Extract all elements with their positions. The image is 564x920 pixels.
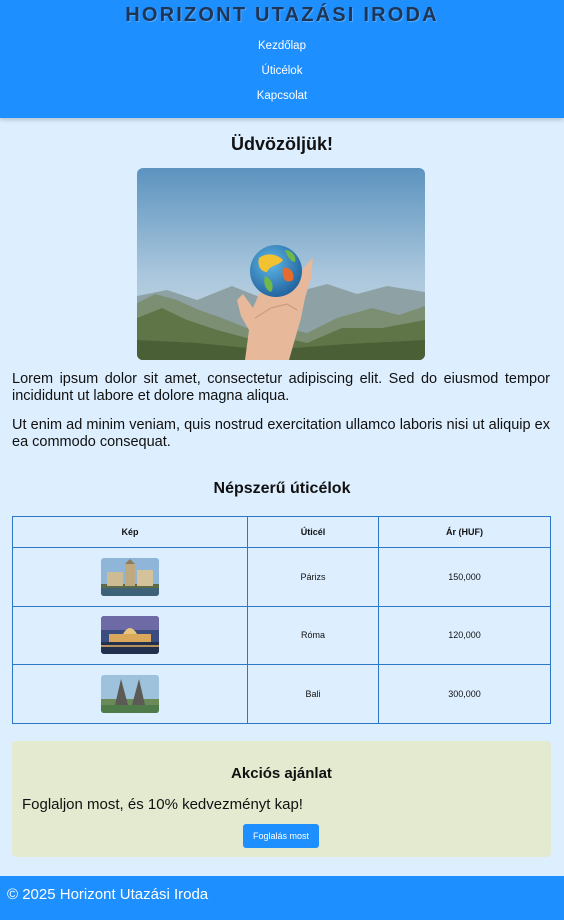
nav-link-destinations[interactable]: Úticélok [0, 65, 564, 77]
column-header-destination: Úticél [247, 516, 379, 548]
intro-paragraph: Ut enim ad minim veniam, quis nostrud ex… [12, 417, 550, 450]
table-cell-price: 300,000 [378, 664, 551, 724]
offer-title: Akciós ajánlat [231, 765, 332, 782]
rome-thumbnail [101, 616, 159, 655]
destinations-heading: Népszerű úticélok [213, 480, 351, 497]
nav-link-home[interactable]: Kezdőlap [0, 40, 564, 52]
site-footer: © 2025 Horizont Utazási Iroda [0, 876, 564, 920]
paris-thumbnail [101, 557, 159, 596]
table-cell-image [12, 547, 248, 607]
offer-text: Foglaljon most, és 10% kedvezményt kap! [22, 796, 303, 813]
table-cell-image [12, 605, 248, 665]
hero-image [137, 168, 425, 360]
table-cell-image [12, 664, 248, 724]
table-row: Párizs 150,000 [12, 547, 551, 607]
footer-copyright: © 2025 Horizont Utazási Iroda [7, 886, 209, 903]
bali-thumbnail [101, 674, 159, 713]
welcome-heading: Üdvözöljük! [231, 134, 333, 154]
table-row: Bali 300,000 [12, 664, 551, 724]
table-cell-destination: Bali [247, 664, 379, 724]
site-header: HORIZONT UTAZÁSI IRODA Kezdőlap Úticélok… [0, 0, 564, 118]
intro-paragraph: Lorem ipsum dolor sit amet, consectetur … [12, 371, 550, 404]
table-row: Róma 120,000 [12, 605, 551, 665]
table-cell-destination: Párizs [247, 547, 379, 607]
column-header-image: Kép [12, 516, 248, 548]
table-cell-price: 150,000 [378, 547, 551, 607]
destinations-table: Kép Úticél Ár (HUF) Párizs 150,000 Róma … [12, 516, 551, 724]
offer-box: Akciós ajánlat Foglaljon most, és 10% ke… [12, 741, 551, 857]
site-brand: HORIZONT UTAZÁSI IRODA [125, 4, 439, 26]
book-now-button[interactable]: Foglalás most [243, 824, 319, 848]
table-header-row: Kép Úticél Ár (HUF) [12, 516, 551, 548]
table-cell-destination: Róma [247, 605, 379, 665]
nav-link-contact[interactable]: Kapcsolat [0, 90, 564, 102]
column-header-price: Ár (HUF) [378, 516, 551, 548]
table-cell-price: 120,000 [378, 605, 551, 665]
